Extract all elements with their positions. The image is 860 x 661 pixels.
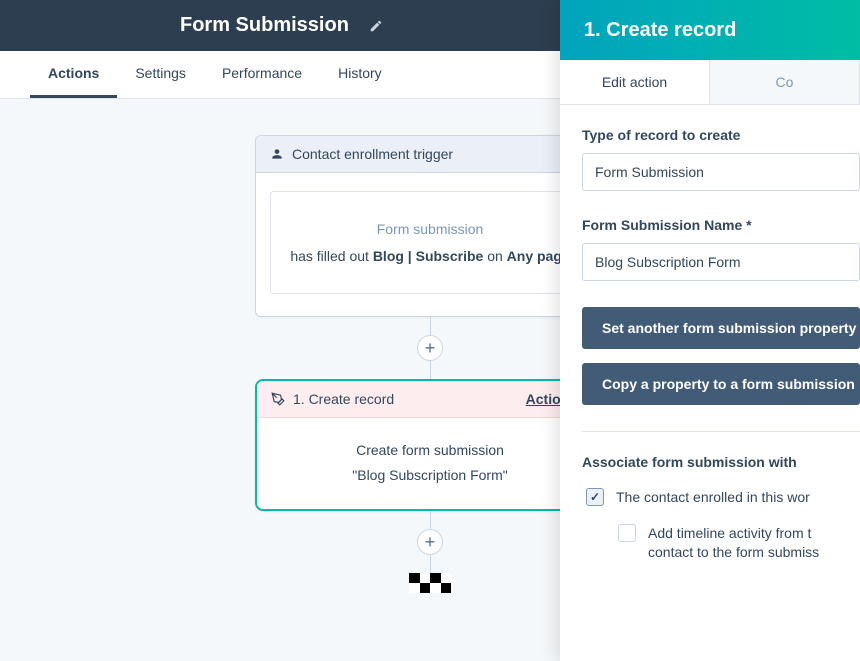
associate-label: Associate form submission with [582,454,860,470]
create-record-icon [271,392,285,406]
pencil-icon [369,19,383,33]
action-node-header: 1. Create record Actions [257,381,603,418]
submission-name-input[interactable] [582,243,860,281]
timeline-activity-label: Add timeline activity from t contact to … [648,524,819,563]
trigger-node[interactable]: Contact enrollment trigger Form submissi… [255,135,605,317]
panel-tab-edit[interactable]: Edit action [560,60,710,104]
trigger-node-title: Contact enrollment trigger [292,146,453,162]
panel-divider [582,431,860,432]
record-type-select[interactable]: Form Submission [582,153,860,191]
action-config-panel: 1. Create record Edit action Co Type of … [560,0,860,661]
panel-tabs: Edit action Co [560,60,860,105]
connector-line [430,317,431,335]
associate-contact-row: The contact enrolled in this wor [586,488,860,508]
tab-settings[interactable]: Settings [117,51,204,98]
panel-tab-other[interactable]: Co [710,60,860,104]
add-action-button[interactable]: + [417,335,443,361]
associate-contact-label: The contact enrolled in this wor [616,488,810,508]
timeline-activity-row: Add timeline activity from t contact to … [618,524,860,563]
page-title: Form Submission [180,14,349,37]
associate-contact-checkbox[interactable] [586,488,604,506]
set-property-button[interactable]: Set another form submission property [582,307,860,349]
submission-name-label: Form Submission Name * [582,217,860,233]
panel-title: 1. Create record [584,19,736,42]
action-node[interactable]: 1. Create record Actions Create form sub… [255,379,605,510]
tab-actions[interactable]: Actions [30,51,117,98]
panel-body: Type of record to create Form Submission… [560,105,860,563]
timeline-activity-checkbox[interactable] [618,524,636,542]
connector-line [430,555,431,573]
trigger-node-header: Contact enrollment trigger [256,136,604,173]
tab-performance[interactable]: Performance [204,51,320,98]
action-description-line2: "Blog Subscription Form" [271,463,589,488]
action-node-title: 1. Create record [293,391,394,407]
trigger-criteria-card[interactable]: Form submission has filled out Blog | Su… [270,191,590,294]
trigger-description: has filled out Blog | Subscribe on Any p… [285,243,575,270]
connector-line [430,361,431,379]
trigger-type-label: Form submission [285,216,575,243]
edit-title-button[interactable] [369,19,383,33]
action-node-body: Create form submission "Blog Subscriptio… [257,418,603,508]
contact-icon [270,147,284,161]
action-description-line1: Create form submission [271,438,589,463]
panel-header: 1. Create record [560,0,860,60]
add-action-button[interactable]: + [417,529,443,555]
connector-line [430,511,431,529]
trigger-node-body: Form submission has filled out Blog | Su… [256,173,604,316]
copy-property-button[interactable]: Copy a property to a form submission [582,363,860,405]
tab-history[interactable]: History [320,51,400,98]
record-type-label: Type of record to create [582,127,860,143]
workflow-end-marker [409,573,451,593]
